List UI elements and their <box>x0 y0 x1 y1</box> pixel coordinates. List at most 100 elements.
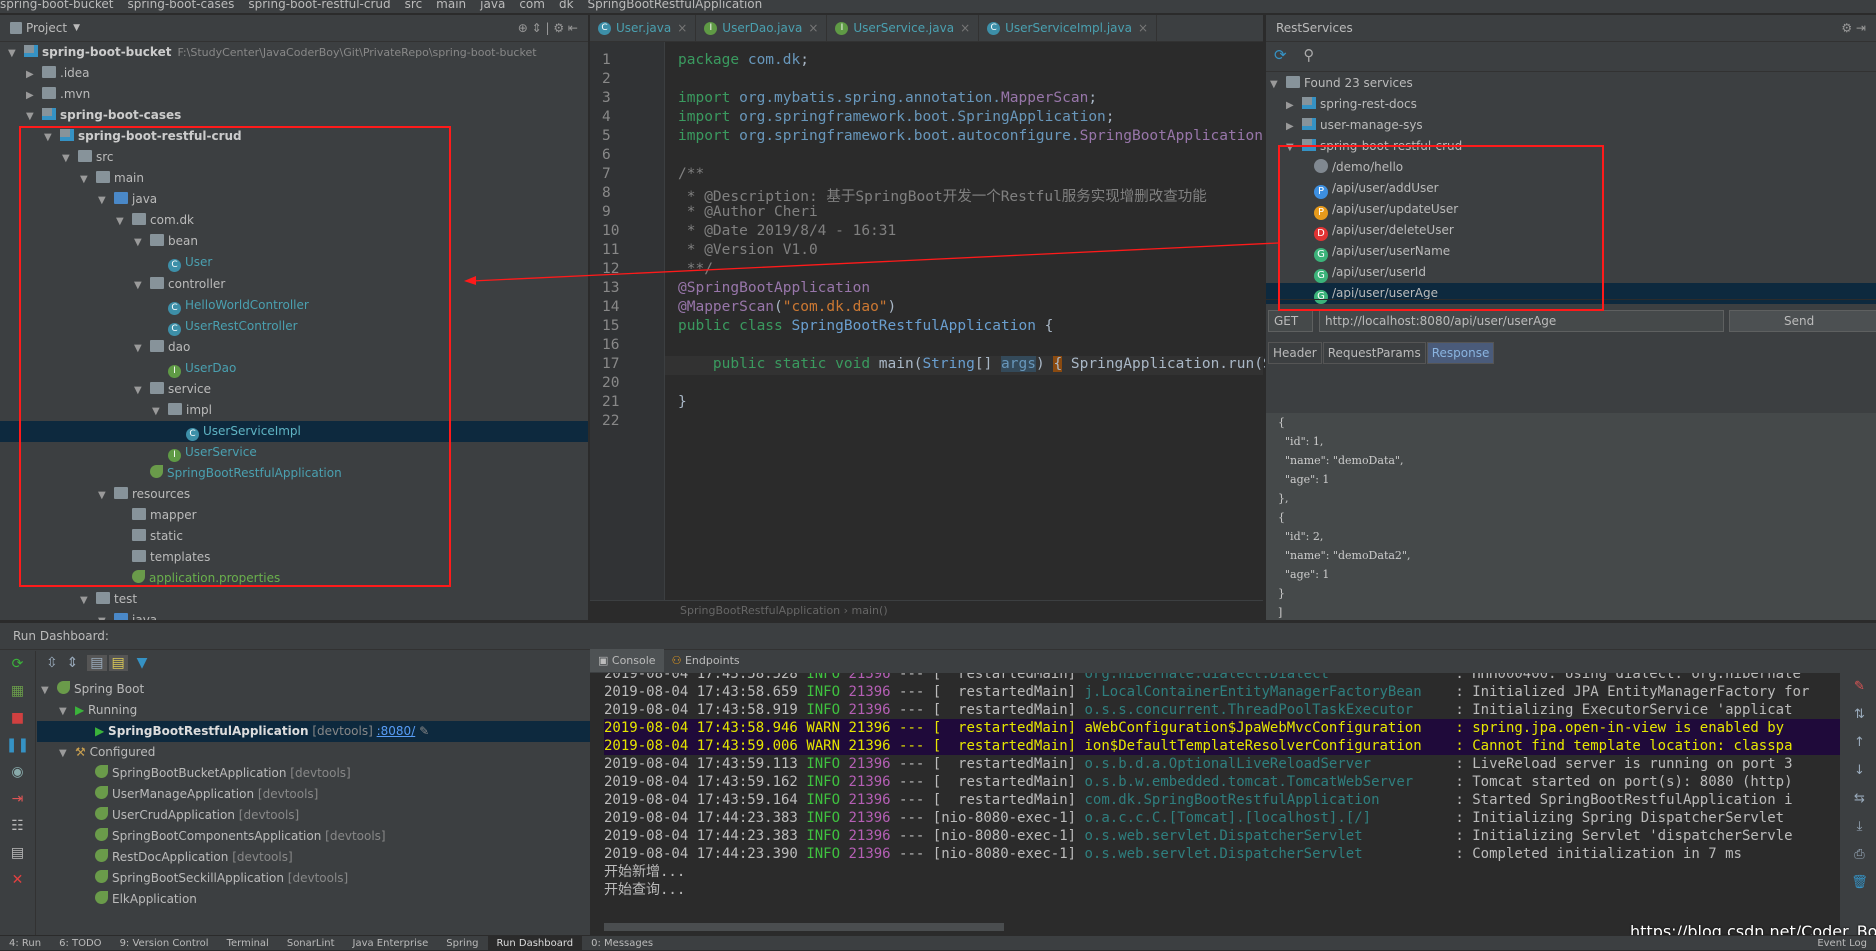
tool-window-sonarlint[interactable]: SonarLint <box>278 936 344 950</box>
log-lg: com.dk.SpringBootRestfulApplication <box>1084 792 1447 808</box>
run-config-item[interactable]: ▼ ▶ Running <box>37 700 590 721</box>
expand-arrow-icon[interactable]: ▼ <box>59 743 75 764</box>
wrap-icon[interactable]: ⇆ <box>1843 785 1876 813</box>
tool-window----todo[interactable]: 6: TODO <box>50 936 110 950</box>
log-lv: INFO <box>806 828 841 844</box>
up-icon[interactable]: ↑ <box>1843 729 1876 757</box>
log-pid: 21396 <box>848 846 891 862</box>
spring-boot-icon <box>95 870 108 883</box>
log-pid: 21396 <box>848 774 891 790</box>
close-icon[interactable]: ✕ <box>0 867 35 894</box>
filter-icon[interactable]: ▼ <box>137 655 148 671</box>
run-config-item[interactable]: ▼ Spring Boot <box>37 679 590 700</box>
log-msg: Started SpringBootRestfulApplication i <box>1472 792 1793 808</box>
log-th: restartedMain <box>941 792 1068 808</box>
edit-icon[interactable]: ✎ <box>419 724 429 738</box>
tool-window-terminal[interactable]: Terminal <box>218 936 278 950</box>
log-lg: o.s.web.servlet.DispatcherServlet <box>1084 828 1447 844</box>
spring-boot-icon <box>95 765 108 778</box>
clear-icon[interactable]: ✎ <box>1843 673 1876 701</box>
log-th: restartedMain <box>941 756 1068 772</box>
run-dashboard: Run Dashboard: ⟳ ▦ ■ ❚❚ ◉ ⇥ ☷ ▤ ✕ ⇳ ⇕ ▤ ▤… <box>0 622 1876 936</box>
tool-window----messages[interactable]: 0: Messages <box>582 936 662 950</box>
log-msg: Completed initialization in 7 ms <box>1472 846 1742 862</box>
log-msg: HHH000400: Using dialect: org.hibernate <box>1472 673 1801 682</box>
stop-icon[interactable]: ■ <box>0 705 35 732</box>
run-config-item[interactable]: ▶ SpringBootRestfulApplication [devtools… <box>37 721 590 742</box>
horizontal-scrollbar[interactable] <box>604 923 1004 931</box>
camera-icon[interactable]: ◉ <box>0 759 35 786</box>
expand-arrow-icon[interactable]: ▼ <box>41 680 57 701</box>
run-toolbar: ⇳ ⇕ ▤ ▤ ▼ <box>46 655 147 671</box>
spring-boot-icon <box>95 828 108 841</box>
tool-window----run[interactable]: 4: Run <box>0 936 50 950</box>
log-th: nio-8080-exec-1 <box>941 828 1068 844</box>
log-line: 2019-08-04 17:43:59.164 INFO 21396 --- [… <box>604 792 1793 808</box>
run-config-item[interactable]: SpringBootComponentsApplication [devtool… <box>37 826 590 847</box>
layout-icon[interactable]: ☷ <box>0 813 35 840</box>
console-output[interactable]: 2019-08-04 17:43:58.528 INFO 21396 --- [… <box>590 673 1840 936</box>
log-lg: aWebConfiguration$JpaWebMvcConfiguration <box>1084 720 1447 736</box>
event-log-button[interactable]: Event Log <box>1808 936 1876 950</box>
scroll-end-icon[interactable]: ⤓ <box>1843 813 1876 841</box>
tool-window-java-enterprise[interactable]: Java Enterprise <box>344 936 438 950</box>
run-config-item[interactable]: UserManageApplication [devtools] <box>37 784 590 805</box>
tab-console[interactable]: ▣ Console <box>590 648 664 672</box>
debug-icon[interactable]: ▦ <box>0 678 35 705</box>
collapse-all-icon[interactable]: ⇕ <box>67 655 79 671</box>
spring-boot-icon <box>57 681 70 694</box>
expand-all-icon[interactable]: ⇳ <box>46 655 58 671</box>
login-icon[interactable]: ⇥ <box>0 786 35 813</box>
grid-icon[interactable]: ▤ <box>0 840 35 867</box>
log-lv: INFO <box>806 684 841 700</box>
log-pid: 21396 <box>848 810 891 826</box>
tool-window-spring[interactable]: Spring <box>437 936 487 950</box>
log-line: 2019-08-04 17:44:23.383 INFO 21396 --- [… <box>604 828 1793 844</box>
group-type-icon[interactable]: ▤ <box>108 655 128 671</box>
expand-arrow-icon[interactable]: ▼ <box>59 701 75 722</box>
log-ts: 2019-08-04 17:43:59.113 <box>604 756 798 772</box>
log-th: restartedMain <box>941 702 1068 718</box>
run-config-item[interactable]: SpringBootSeckillApplication [devtools] <box>37 868 590 889</box>
run-config-item[interactable]: ▼ ⚒ Configured <box>37 742 590 763</box>
tool-window----version-control[interactable]: 9: Version Control <box>111 936 218 950</box>
console-output-line: 开始新增... <box>604 864 686 880</box>
log-th: restartedMain <box>941 673 1068 682</box>
running-icon: ▶ <box>95 724 109 738</box>
pause-icon[interactable]: ❚❚ <box>0 732 35 759</box>
log-pid: 21396 <box>848 828 891 844</box>
log-ts: 2019-08-04 17:44:23.383 <box>604 810 798 826</box>
rerun-icon[interactable]: ⟳ <box>0 651 35 678</box>
log-lg: o.a.c.c.C.[Tomcat].[localhost].[/] <box>1084 810 1447 826</box>
log-pid: 21396 <box>848 792 891 808</box>
print-icon[interactable]: ⎙ <box>1843 841 1876 869</box>
tool-window-run-dashboard[interactable]: Run Dashboard <box>487 936 583 950</box>
log-line: 2019-08-04 17:43:58.946 WARN 21396 --- [… <box>604 719 1840 737</box>
log-lv: INFO <box>806 673 841 682</box>
log-msg: Tomcat started on port(s): 8080 (http) <box>1472 774 1793 790</box>
log-ts: 2019-08-04 17:43:59.164 <box>604 792 798 808</box>
run-config-item[interactable]: RestDocApplication [devtools] <box>37 847 590 868</box>
run-config-item[interactable]: UserCrudApplication [devtools] <box>37 805 590 826</box>
run-config-item[interactable]: ElkApplication <box>37 889 590 910</box>
log-lg: org.hibernate.dialect.Dialect <box>1084 673 1447 682</box>
log-th: restartedMain <box>941 720 1068 736</box>
run-config-item[interactable]: SpringBootBucketApplication [devtools] <box>37 763 590 784</box>
log-line: 2019-08-04 17:43:59.162 INFO 21396 --- [… <box>604 774 1793 790</box>
log-pid: 21396 <box>848 673 891 682</box>
log-msg: Initialized JPA EntityManagerFactory for <box>1472 684 1810 700</box>
log-ts: 2019-08-04 17:44:23.390 <box>604 846 798 862</box>
group-config-icon[interactable]: ▤ <box>87 655 107 671</box>
trash-icon[interactable]: 🗑 <box>1843 869 1876 897</box>
log-lv: INFO <box>806 810 841 826</box>
log-th: nio-8080-exec-1 <box>941 846 1068 862</box>
log-line: 2019-08-04 17:43:59.006 WARN 21396 --- [… <box>604 737 1840 755</box>
sort-icon[interactable]: ⇅ <box>1843 701 1876 729</box>
port-link[interactable]: :8080/ <box>377 724 416 738</box>
log-lv: INFO <box>806 702 841 718</box>
log-th: restartedMain <box>941 774 1068 790</box>
down-icon[interactable]: ↓ <box>1843 757 1876 785</box>
log-line: 2019-08-04 17:43:58.919 INFO 21396 --- [… <box>604 702 1793 718</box>
log-msg: spring.jpa.open-in-view is enabled by <box>1472 720 1785 736</box>
tab-endpoints[interactable]: ⚇ Endpoints <box>664 649 748 672</box>
